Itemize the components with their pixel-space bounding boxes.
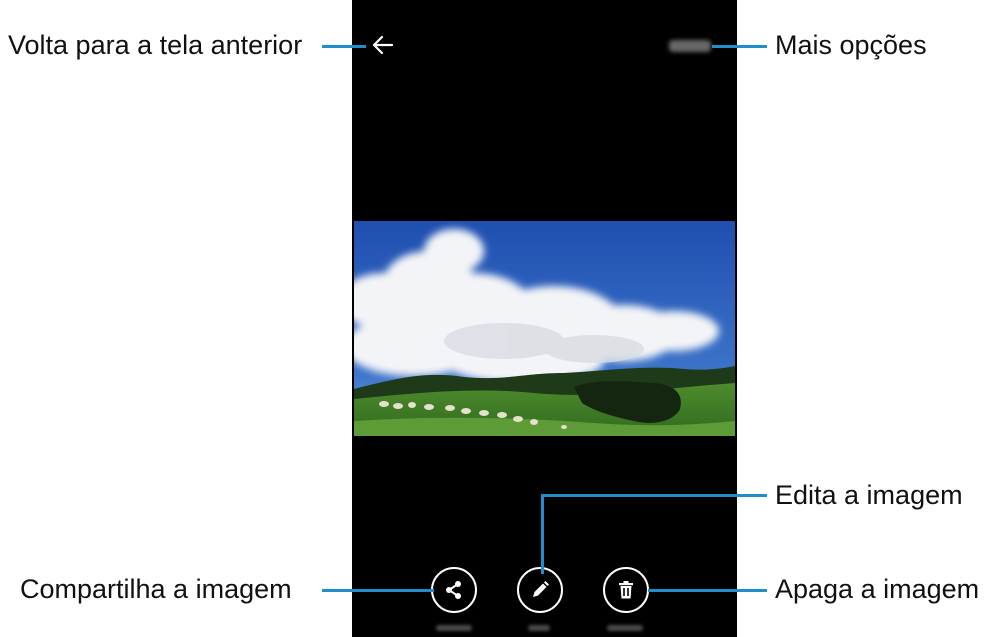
leader-share bbox=[322, 589, 434, 592]
callout-delete: Apaga a imagem bbox=[775, 574, 980, 604]
leader-more bbox=[712, 45, 767, 48]
share-button[interactable] bbox=[431, 567, 477, 613]
photo-image bbox=[354, 221, 735, 436]
landscape-image bbox=[354, 221, 735, 436]
edit-label bbox=[528, 625, 550, 631]
arrow-left-icon bbox=[372, 35, 394, 55]
leader-delete bbox=[648, 589, 767, 592]
share-label bbox=[436, 625, 472, 631]
trash-icon bbox=[619, 581, 633, 599]
leader-edit-vertical bbox=[541, 494, 544, 574]
callout-back: Volta para a tela anterior bbox=[8, 30, 303, 60]
gallery-viewer-screen bbox=[352, 0, 737, 637]
callout-edit: Edita a imagem bbox=[775, 480, 963, 510]
delete-button[interactable] bbox=[603, 567, 649, 613]
callout-share: Compartilha a imagem bbox=[20, 574, 292, 604]
edit-button[interactable] bbox=[517, 567, 563, 613]
manual-illustration: Volta para a tela anterior Mais opções E… bbox=[0, 0, 986, 637]
more-options-button[interactable] bbox=[669, 40, 711, 52]
leader-edit-horizontal bbox=[541, 494, 767, 497]
back-button[interactable] bbox=[372, 34, 394, 56]
callout-more: Mais opções bbox=[775, 30, 927, 60]
leader-back bbox=[322, 45, 366, 48]
delete-label bbox=[607, 625, 643, 631]
pencil-icon bbox=[533, 581, 549, 597]
share-icon bbox=[446, 581, 461, 599]
